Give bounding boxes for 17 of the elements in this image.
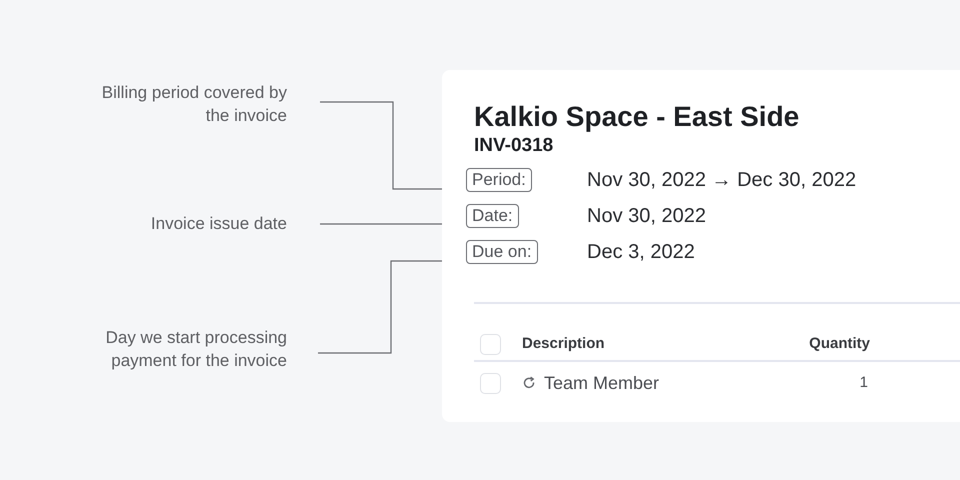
- column-header: Quantity: [809, 335, 870, 352]
- checkbox[interactable]: [480, 334, 501, 354]
- field-value: Nov 30, 2022 → Dec 30, 2022: [587, 168, 856, 193]
- field-value: Nov 30, 2022: [587, 204, 706, 229]
- invoice-number: INV-0318: [474, 134, 554, 158]
- field-value: Dec 3, 2022: [587, 240, 695, 265]
- annotation-text: Billing period covered by the invoice: [100, 82, 287, 127]
- field-label: Period:: [466, 168, 532, 192]
- checkbox[interactable]: [480, 372, 501, 394]
- item-quantity: 1: [860, 374, 869, 391]
- item-description: Team Member: [544, 372, 660, 394]
- field-label: Date:: [466, 204, 519, 228]
- field-label: Due on:: [466, 240, 538, 264]
- annotation-text: Invoice issue date: [150, 213, 287, 235]
- invoice-title: Kalkio Space - East Side: [474, 100, 800, 134]
- column-header: Description: [522, 334, 605, 354]
- annotation-text: Day we start processing payment for the invoice: [104, 327, 287, 372]
